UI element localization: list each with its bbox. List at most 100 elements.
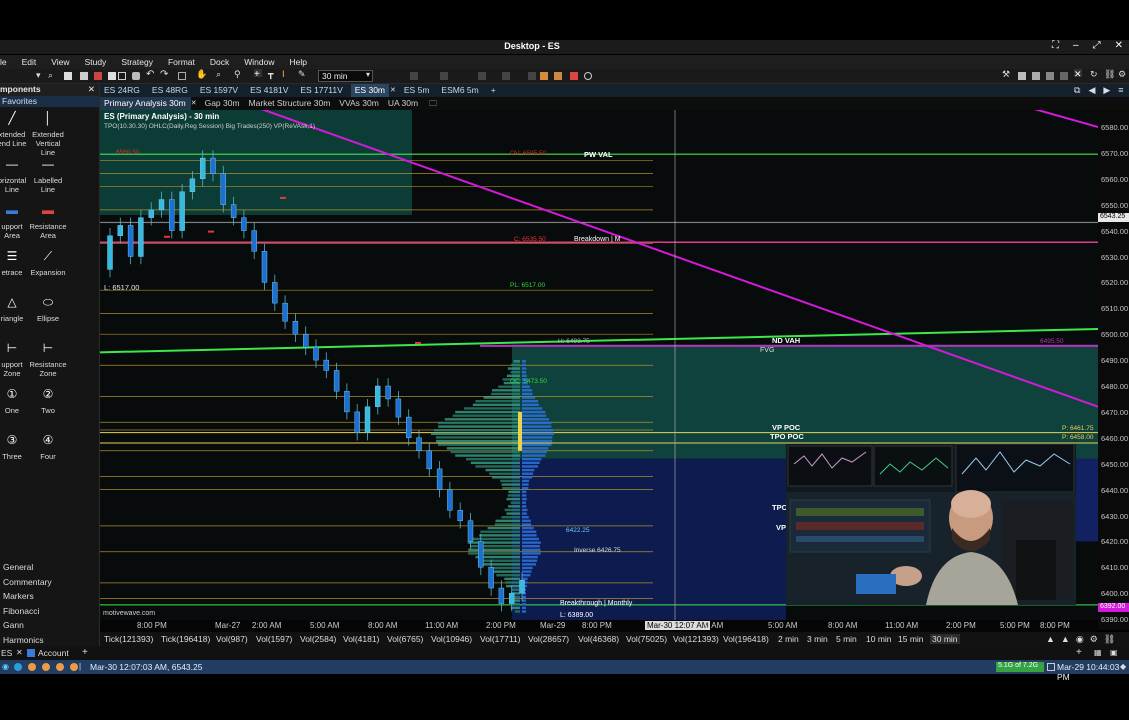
camera-icon[interactable] bbox=[132, 72, 140, 80]
align5-icon[interactable] bbox=[528, 72, 536, 80]
dropdown-icon[interactable]: ▾ bbox=[36, 70, 44, 80]
tool-1[interactable]: │ Extended Vertical Line bbox=[24, 112, 72, 157]
expand2-icon[interactable]: ▲ bbox=[1061, 634, 1070, 645]
trash-icon[interactable] bbox=[1047, 663, 1055, 671]
wifi-icon[interactable]: ◉ bbox=[2, 662, 9, 671]
tab-es-17711v[interactable]: ES 17711V bbox=[296, 84, 346, 97]
bell-icon[interactable]: ◆ bbox=[1120, 662, 1126, 671]
subtab-ua-30m[interactable]: UA 30m bbox=[384, 97, 423, 110]
status-dot-orange2[interactable] bbox=[42, 663, 50, 671]
cross-icon[interactable]: ✕ bbox=[1074, 69, 1082, 79]
tool-3[interactable]: — Labelled Line bbox=[24, 158, 72, 194]
align-icon[interactable] bbox=[410, 72, 418, 80]
window2-icon[interactable]: ▣ bbox=[1110, 648, 1118, 657]
align3-icon[interactable] bbox=[478, 72, 486, 80]
print-icon[interactable] bbox=[108, 72, 116, 80]
timeframe-select[interactable]: 30 min bbox=[318, 70, 373, 82]
interval-tab[interactable]: Vol(17711) bbox=[480, 634, 520, 644]
subtab-vvas-30m[interactable]: VVAs 30m bbox=[335, 97, 384, 110]
interval-tab[interactable]: Vol(4181) bbox=[343, 634, 379, 644]
status-dot-blue[interactable] bbox=[14, 663, 22, 671]
hand-icon[interactable]: ✋ bbox=[196, 69, 207, 79]
category-fibonacci[interactable]: Fibonacci bbox=[0, 604, 99, 618]
interval-tab[interactable]: Vol(28657) bbox=[528, 634, 569, 644]
menu-format[interactable]: Format bbox=[168, 55, 195, 69]
study-list[interactable]: TPO(10.30.30) OHLC(Daily,Reg Session) Bi… bbox=[104, 123, 315, 130]
grid-icon[interactable] bbox=[178, 72, 186, 80]
layout-icon[interactable]: ⛶ bbox=[1052, 40, 1059, 51]
status-dot-orange3[interactable] bbox=[56, 663, 64, 671]
interval-tab[interactable]: Vol(6765) bbox=[387, 634, 423, 644]
status-dot-orange4[interactable] bbox=[70, 663, 78, 671]
interval-tab[interactable]: 3 min bbox=[807, 634, 828, 644]
close-icon[interactable]: ✕ bbox=[16, 648, 23, 657]
menu-view[interactable]: View bbox=[51, 55, 69, 69]
search-icon[interactable]: ⌕ bbox=[48, 70, 56, 80]
interval-tab[interactable]: 2 min bbox=[778, 634, 799, 644]
subtab-gap-30m[interactable]: Gap 30m bbox=[201, 97, 245, 110]
category-gann[interactable]: Gann bbox=[0, 618, 99, 632]
alert-icon[interactable] bbox=[540, 72, 548, 80]
bar-type-icon[interactable]: ┳ bbox=[268, 69, 276, 79]
tab--[interactable]: + bbox=[487, 84, 500, 97]
refresh-icon[interactable]: ↻ bbox=[1090, 69, 1098, 79]
draw-icon[interactable]: ✎ bbox=[298, 69, 306, 79]
visibility-icon[interactable]: ◉ bbox=[1076, 634, 1084, 645]
grid2-icon[interactable]: ▦ bbox=[1094, 648, 1102, 657]
chevron-down-icon[interactable]: ▾ bbox=[366, 70, 374, 79]
align2-icon[interactable] bbox=[440, 72, 448, 80]
menu-study[interactable]: Study bbox=[85, 55, 107, 69]
save-icon[interactable] bbox=[118, 72, 126, 80]
new-icon[interactable] bbox=[64, 72, 72, 80]
bottom-link-icon[interactable]: ⛓ bbox=[1104, 634, 1115, 645]
menu-help[interactable]: Help bbox=[290, 55, 307, 69]
interval-tab[interactable]: Vol(46368) bbox=[578, 634, 619, 644]
account-tab[interactable]: Account bbox=[38, 648, 69, 658]
interval-tab[interactable]: Vol(2584) bbox=[300, 634, 336, 644]
link-icon[interactable]: ⛓ bbox=[1104, 69, 1115, 79]
tools-icon[interactable]: ⚒ bbox=[1002, 69, 1010, 79]
pin-icon[interactable]: ⚲ bbox=[234, 69, 242, 79]
close-icon[interactable]: ✕ bbox=[88, 84, 95, 95]
redo-icon[interactable]: ↷ bbox=[160, 69, 168, 80]
eye-icon[interactable] bbox=[584, 72, 592, 80]
minimize-icon[interactable]: – bbox=[1073, 40, 1079, 51]
zoom-icon[interactable]: ⌕ bbox=[216, 69, 224, 79]
menu-window[interactable]: Window bbox=[244, 55, 274, 69]
menu-file[interactable]: le bbox=[0, 55, 7, 69]
menu-edit[interactable]: Edit bbox=[22, 55, 37, 69]
add-icon[interactable]: + bbox=[82, 647, 88, 658]
tool-13[interactable]: ② Two bbox=[24, 388, 72, 415]
interval-tab[interactable]: 5 min bbox=[836, 634, 857, 644]
folder-icon[interactable]: 🗀 bbox=[423, 97, 437, 110]
tool-9[interactable]: ⬭ Ellipse bbox=[24, 296, 72, 323]
expand-icon[interactable]: ▲ bbox=[1046, 634, 1055, 645]
close-subtab-icon[interactable]: ✕ bbox=[191, 97, 201, 110]
panel-icon[interactable] bbox=[1060, 72, 1068, 80]
bottom-settings-icon[interactable]: ⚙ bbox=[1090, 634, 1098, 645]
cursor-icon[interactable] bbox=[1018, 72, 1026, 80]
category-commentary[interactable]: Commentary bbox=[0, 575, 99, 589]
interval-tab[interactable]: 10 min bbox=[866, 634, 892, 644]
close-icon[interactable]: ✕ bbox=[1115, 40, 1123, 51]
tool-11[interactable]: ⊢ Resistance Zone bbox=[24, 342, 72, 378]
account-left[interactable]: ES bbox=[1, 648, 12, 658]
memory-indicator[interactable]: 5.1G of 7.2G bbox=[996, 662, 1044, 672]
menu-strategy[interactable]: Strategy bbox=[121, 55, 153, 69]
interval-tab[interactable]: 30 min bbox=[930, 634, 960, 644]
tool-5[interactable]: ▬ Resistance Area bbox=[24, 204, 72, 240]
interval-tab[interactable]: Vol(75025) bbox=[626, 634, 667, 644]
popout-icon[interactable]: ⧉ bbox=[1074, 85, 1080, 96]
align4-icon[interactable] bbox=[502, 72, 510, 80]
interval-tab[interactable]: Vol(196418) bbox=[723, 634, 769, 644]
category-markers[interactable]: Markers bbox=[0, 589, 99, 603]
maximize-icon[interactable]: ⤢ bbox=[1093, 40, 1101, 51]
tool-7[interactable]: ⟋ Expansion bbox=[24, 250, 72, 277]
tab-es-4181v[interactable]: ES 4181V bbox=[246, 84, 292, 97]
interval-tab[interactable]: 15 min bbox=[898, 634, 924, 644]
tab-esm6-5m[interactable]: ESM6 5m bbox=[437, 84, 482, 97]
price-axis[interactable]: 6580.00 6570.00 6560.00 6550.00 6540.00 6530.… bbox=[1098, 110, 1129, 630]
bell-icon[interactable] bbox=[570, 72, 578, 80]
menu-icon[interactable]: ≡ bbox=[1118, 85, 1123, 96]
category-general[interactable]: General bbox=[0, 560, 99, 574]
